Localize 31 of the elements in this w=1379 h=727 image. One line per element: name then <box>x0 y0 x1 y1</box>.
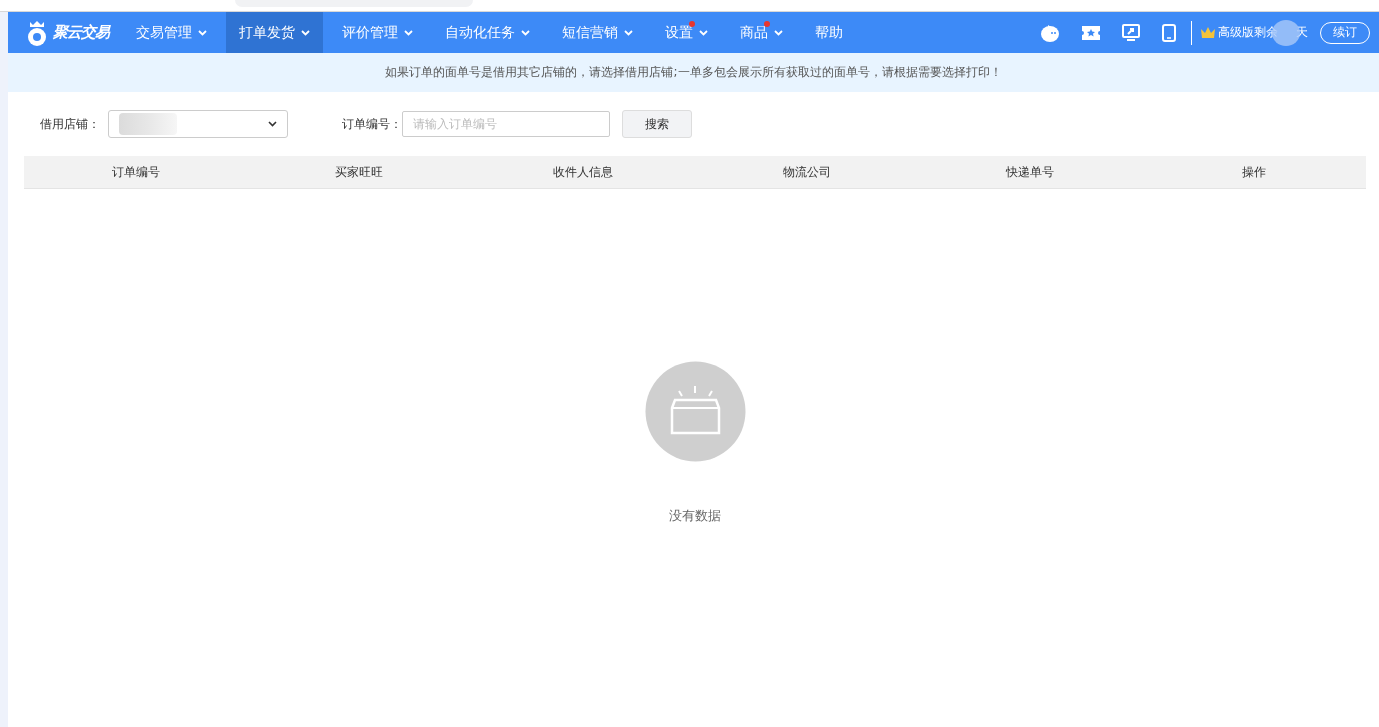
empty-message: 没有数据 <box>669 507 721 525</box>
blurred-patch <box>119 113 177 135</box>
column-header: 收件人信息 <box>553 163 614 181</box>
nav-tab[interactable]: 评价管理 <box>329 12 426 53</box>
crown-icon <box>1200 26 1216 39</box>
nav-tab[interactable]: 打单发货 <box>226 12 323 53</box>
chat-icon[interactable] <box>1040 23 1060 42</box>
nav-tab[interactable]: 短信营销 <box>549 12 646 53</box>
search-button[interactable]: 搜索 <box>622 110 692 138</box>
column-header: 订单编号 <box>111 163 160 181</box>
monitor-icon[interactable] <box>1122 23 1140 42</box>
nav-tab[interactable]: 自动化任务 <box>432 12 543 53</box>
version-days: 天 <box>1296 24 1308 41</box>
empty-box-icon <box>644 361 746 462</box>
order-number-field[interactable]: 请输入订单编号 <box>402 111 610 137</box>
logo-text: 聚云交易 <box>53 23 109 42</box>
column-header: 操作 <box>1242 163 1267 181</box>
nav-tab[interactable]: 商品 <box>727 12 796 53</box>
notice-text: 如果订单的面单号是借用其它店铺的，请选择借用店铺;一单多包会展示所有获取过的面单号，请根据需要选择打印！ <box>385 64 1002 81</box>
column-header: 买家旺旺 <box>335 163 384 181</box>
phone-icon[interactable] <box>1162 23 1176 42</box>
ticket-icon[interactable] <box>1082 25 1100 40</box>
nav-tab[interactable]: 交易管理 <box>123 12 220 53</box>
column-header: 快递单号 <box>1006 163 1055 181</box>
nav-tab[interactable]: 设置 <box>652 12 721 53</box>
version-label: 高级版剩余 <box>1218 24 1278 41</box>
shop-label: 借用店铺： <box>39 115 101 133</box>
nav-tab[interactable]: 帮助 <box>802 12 856 53</box>
column-header: 物流公司 <box>782 163 831 181</box>
caret-icon <box>268 121 277 127</box>
order-label: 订单编号： <box>341 115 402 133</box>
